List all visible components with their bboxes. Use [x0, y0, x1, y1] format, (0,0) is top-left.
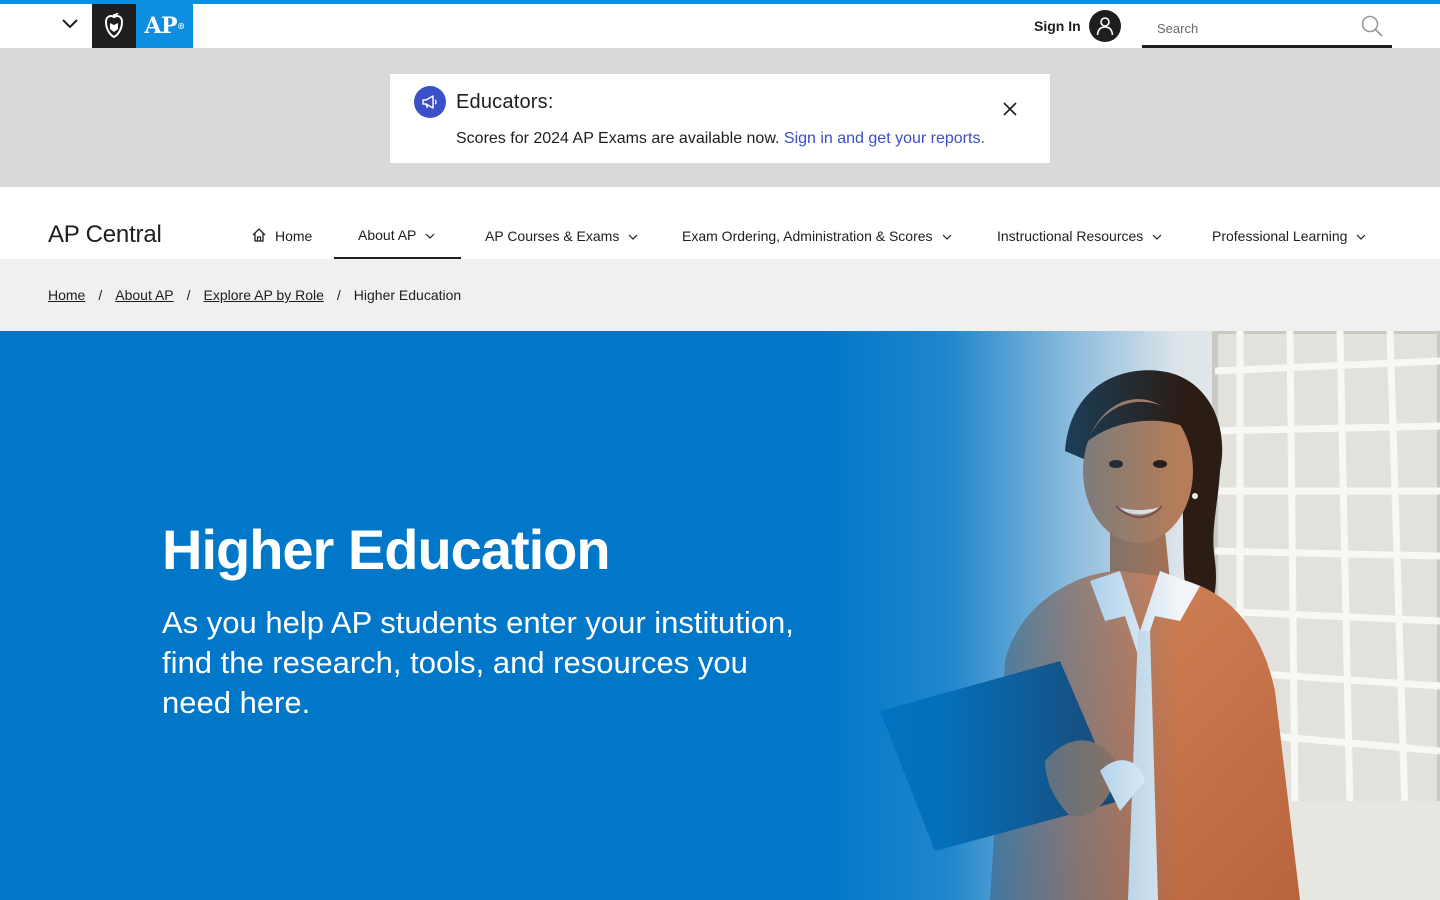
nav-item-home[interactable]: Home: [227, 213, 336, 259]
page-title: Higher Education: [162, 518, 611, 581]
breadcrumb-separator: /: [336, 287, 341, 303]
alert-title: Educators:: [456, 91, 554, 113]
hero-section: Higher Education As you help AP students…: [0, 331, 1440, 900]
nav-label: AP Courses & Exams: [485, 228, 620, 244]
breadcrumb-separator: /: [186, 287, 191, 303]
chevron-down-icon: [627, 230, 639, 242]
chevron-down-icon: [941, 230, 953, 242]
alert-card: Educators: Scores for 2024 AP Exams are …: [390, 74, 1050, 163]
search-input[interactable]: [1142, 14, 1352, 42]
hero-photo-fade: [820, 331, 1180, 900]
breadcrumb-separator: /: [98, 287, 103, 303]
chevron-down-icon: [1151, 230, 1163, 242]
breadcrumb: Home / About AP / Explore AP by Role / H…: [0, 259, 1440, 331]
breadcrumb-current: Higher Education: [353, 287, 462, 303]
breadcrumb-home[interactable]: Home: [48, 287, 85, 303]
breadcrumb-explore-ap-by-role[interactable]: Explore AP by Role: [204, 287, 324, 303]
chevron-down-icon: [424, 229, 436, 241]
close-icon[interactable]: [1000, 99, 1020, 119]
sign-in-label: Sign In: [1034, 18, 1081, 34]
site-title[interactable]: AP Central: [48, 221, 162, 249]
nav-item-instructional-resources[interactable]: Instructional Resources: [973, 213, 1187, 259]
chevron-down-icon: [1355, 230, 1367, 242]
nav-label: Instructional Resources: [997, 228, 1144, 244]
breadcrumb-about-ap[interactable]: About AP: [115, 287, 173, 303]
hero-subtitle: As you help AP students enter your insti…: [162, 605, 794, 720]
nav-label: About AP: [358, 227, 417, 243]
nav-item-professional-learning[interactable]: Professional Learning: [1188, 213, 1391, 259]
nav-label: Exam Ordering, Administration & Scores: [682, 228, 933, 244]
nav-item-ap-courses-exams[interactable]: AP Courses & Exams: [461, 213, 663, 259]
nav-label: Home: [275, 228, 313, 244]
alert-sign-in-link[interactable]: Sign in and get your reports.: [784, 130, 985, 147]
nav-label: Professional Learning: [1212, 228, 1348, 244]
ap-logo-text: AP: [144, 13, 178, 39]
alert-body: Scores for 2024 AP Exams are available n…: [456, 130, 985, 148]
alert-banner: Educators: Scores for 2024 AP Exams are …: [0, 48, 1440, 187]
registered-mark: ®: [177, 21, 185, 31]
alert-body-text: Scores for 2024 AP Exams are available n…: [456, 130, 784, 147]
megaphone-icon: [414, 86, 446, 118]
sign-in-button[interactable]: Sign In: [1034, 10, 1121, 42]
user-icon: [1088, 10, 1121, 42]
home-icon: [251, 227, 267, 246]
search-icon[interactable]: [1360, 14, 1384, 38]
site-nav: AP Central Home About AP AP Courses & Ex…: [0, 187, 1440, 259]
nav-item-exam-ordering[interactable]: Exam Ordering, Administration & Scores: [658, 213, 977, 259]
global-header: AP ® Sign In: [0, 0, 1440, 48]
search-box: [1142, 8, 1392, 48]
ap-logo[interactable]: AP ®: [136, 4, 193, 48]
chevron-down-icon[interactable]: [56, 10, 84, 38]
college-board-logo[interactable]: [92, 4, 136, 48]
nav-item-about-ap[interactable]: About AP: [334, 213, 461, 259]
